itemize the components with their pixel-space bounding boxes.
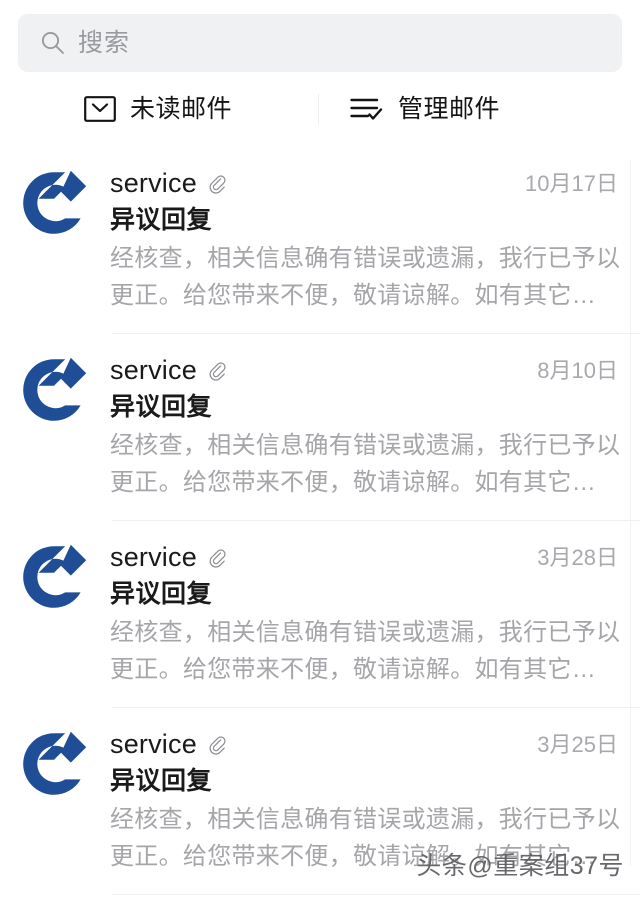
mail-date: 10月17日: [525, 170, 618, 196]
sender-name: service: [110, 729, 197, 759]
mail-list-item[interactable]: service 3月25日 异议回复 经核查，相关信息确有错误或遗漏，我行已予以…: [0, 707, 640, 894]
mail-header-row: service 8月10日: [110, 355, 622, 386]
search-placeholder: 搜索: [78, 28, 131, 57]
mail-header-row: service 3月25日: [110, 729, 622, 760]
paperclip-icon: [209, 174, 226, 194]
envelope-icon: [84, 96, 116, 122]
avatar: [18, 729, 90, 801]
mail-header-row: service 3月28日: [110, 542, 622, 573]
mail-date: 8月10日: [537, 357, 618, 383]
mail-subject: 异议回复: [110, 393, 213, 422]
sender-name: service: [110, 168, 197, 198]
paperclip-icon: [209, 548, 226, 568]
mail-list-item[interactable]: service 10月17日 异议回复 经核查，相关信息确有错误或遗漏，我行已予…: [0, 146, 640, 333]
mail-preview: 经核查，相关信息确有错误或遗漏，我行已予以更正。给您带来不便，敬请谅解。如有其它…: [110, 432, 621, 496]
mail-preview: 经核查，相关信息确有错误或遗漏，我行已予以更正。给您带来不便，敬请谅解。如有其它…: [110, 619, 621, 683]
mail-preview: 经核查，相关信息确有错误或遗漏，我行已予以更正。给您带来不便，敬请谅解。如有其它…: [110, 245, 621, 309]
mail-content: service 8月10日 异议回复 经核查，相关信息确有错误或遗漏，我行已予以…: [110, 353, 622, 506]
mail-header-row: service 10月17日: [110, 168, 622, 199]
ccb-bank-logo-icon: [23, 170, 87, 234]
mail-content: service 10月17日 异议回复 经核查，相关信息确有错误或遗漏，我行已予…: [110, 166, 622, 319]
list-check-icon: [350, 98, 383, 120]
sender-name: service: [110, 542, 197, 572]
avatar: [18, 355, 90, 427]
mail-list: service 10月17日 异议回复 经核查，相关信息确有错误或遗漏，我行已予…: [0, 146, 640, 895]
mail-toolbar: 未读邮件 管理邮件: [0, 72, 640, 146]
mail-app: 搜索 未读邮件 管理邮件 service 10月17日 异议回复 经核查，相关信…: [0, 0, 640, 900]
paperclip-icon: [209, 361, 226, 381]
toolbar-divider: [318, 94, 319, 124]
search-input[interactable]: 搜索: [18, 14, 622, 72]
right-edge-line: [630, 160, 631, 866]
mail-list-item[interactable]: service 3月28日 异议回复 经核查，相关信息确有错误或遗漏，我行已予以…: [0, 520, 640, 707]
avatar: [18, 168, 90, 240]
mail-subject: 异议回复: [110, 580, 213, 609]
avatar: [18, 542, 90, 614]
mail-date: 3月28日: [537, 544, 618, 570]
mail-content: service 3月28日 异议回复 经核查，相关信息确有错误或遗漏，我行已予以…: [110, 540, 622, 693]
manage-mail-button[interactable]: 管理邮件: [350, 96, 500, 122]
mail-subject: 异议回复: [110, 206, 213, 235]
search-icon: [41, 31, 64, 54]
mail-preview: 经核查，相关信息确有错误或遗漏，我行已予以更正。给您带来不便，敬请谅解。如有其它…: [110, 806, 621, 870]
mail-date: 3月25日: [537, 731, 618, 757]
mail-list-item[interactable]: service 8月10日 异议回复 经核查，相关信息确有错误或遗漏，我行已予以…: [0, 333, 640, 520]
ccb-bank-logo-icon: [23, 731, 87, 795]
unread-mail-button[interactable]: 未读邮件: [84, 96, 232, 122]
manage-mail-label: 管理邮件: [398, 94, 501, 123]
search-bar-container: 搜索: [0, 0, 640, 72]
paperclip-icon: [209, 735, 226, 755]
ccb-bank-logo-icon: [23, 544, 87, 608]
sender-name: service: [110, 355, 197, 385]
unread-mail-label: 未读邮件: [130, 94, 233, 123]
ccb-bank-logo-icon: [23, 357, 87, 421]
mail-subject: 异议回复: [110, 767, 213, 796]
mail-content: service 3月25日 异议回复 经核查，相关信息确有错误或遗漏，我行已予以…: [110, 727, 622, 880]
